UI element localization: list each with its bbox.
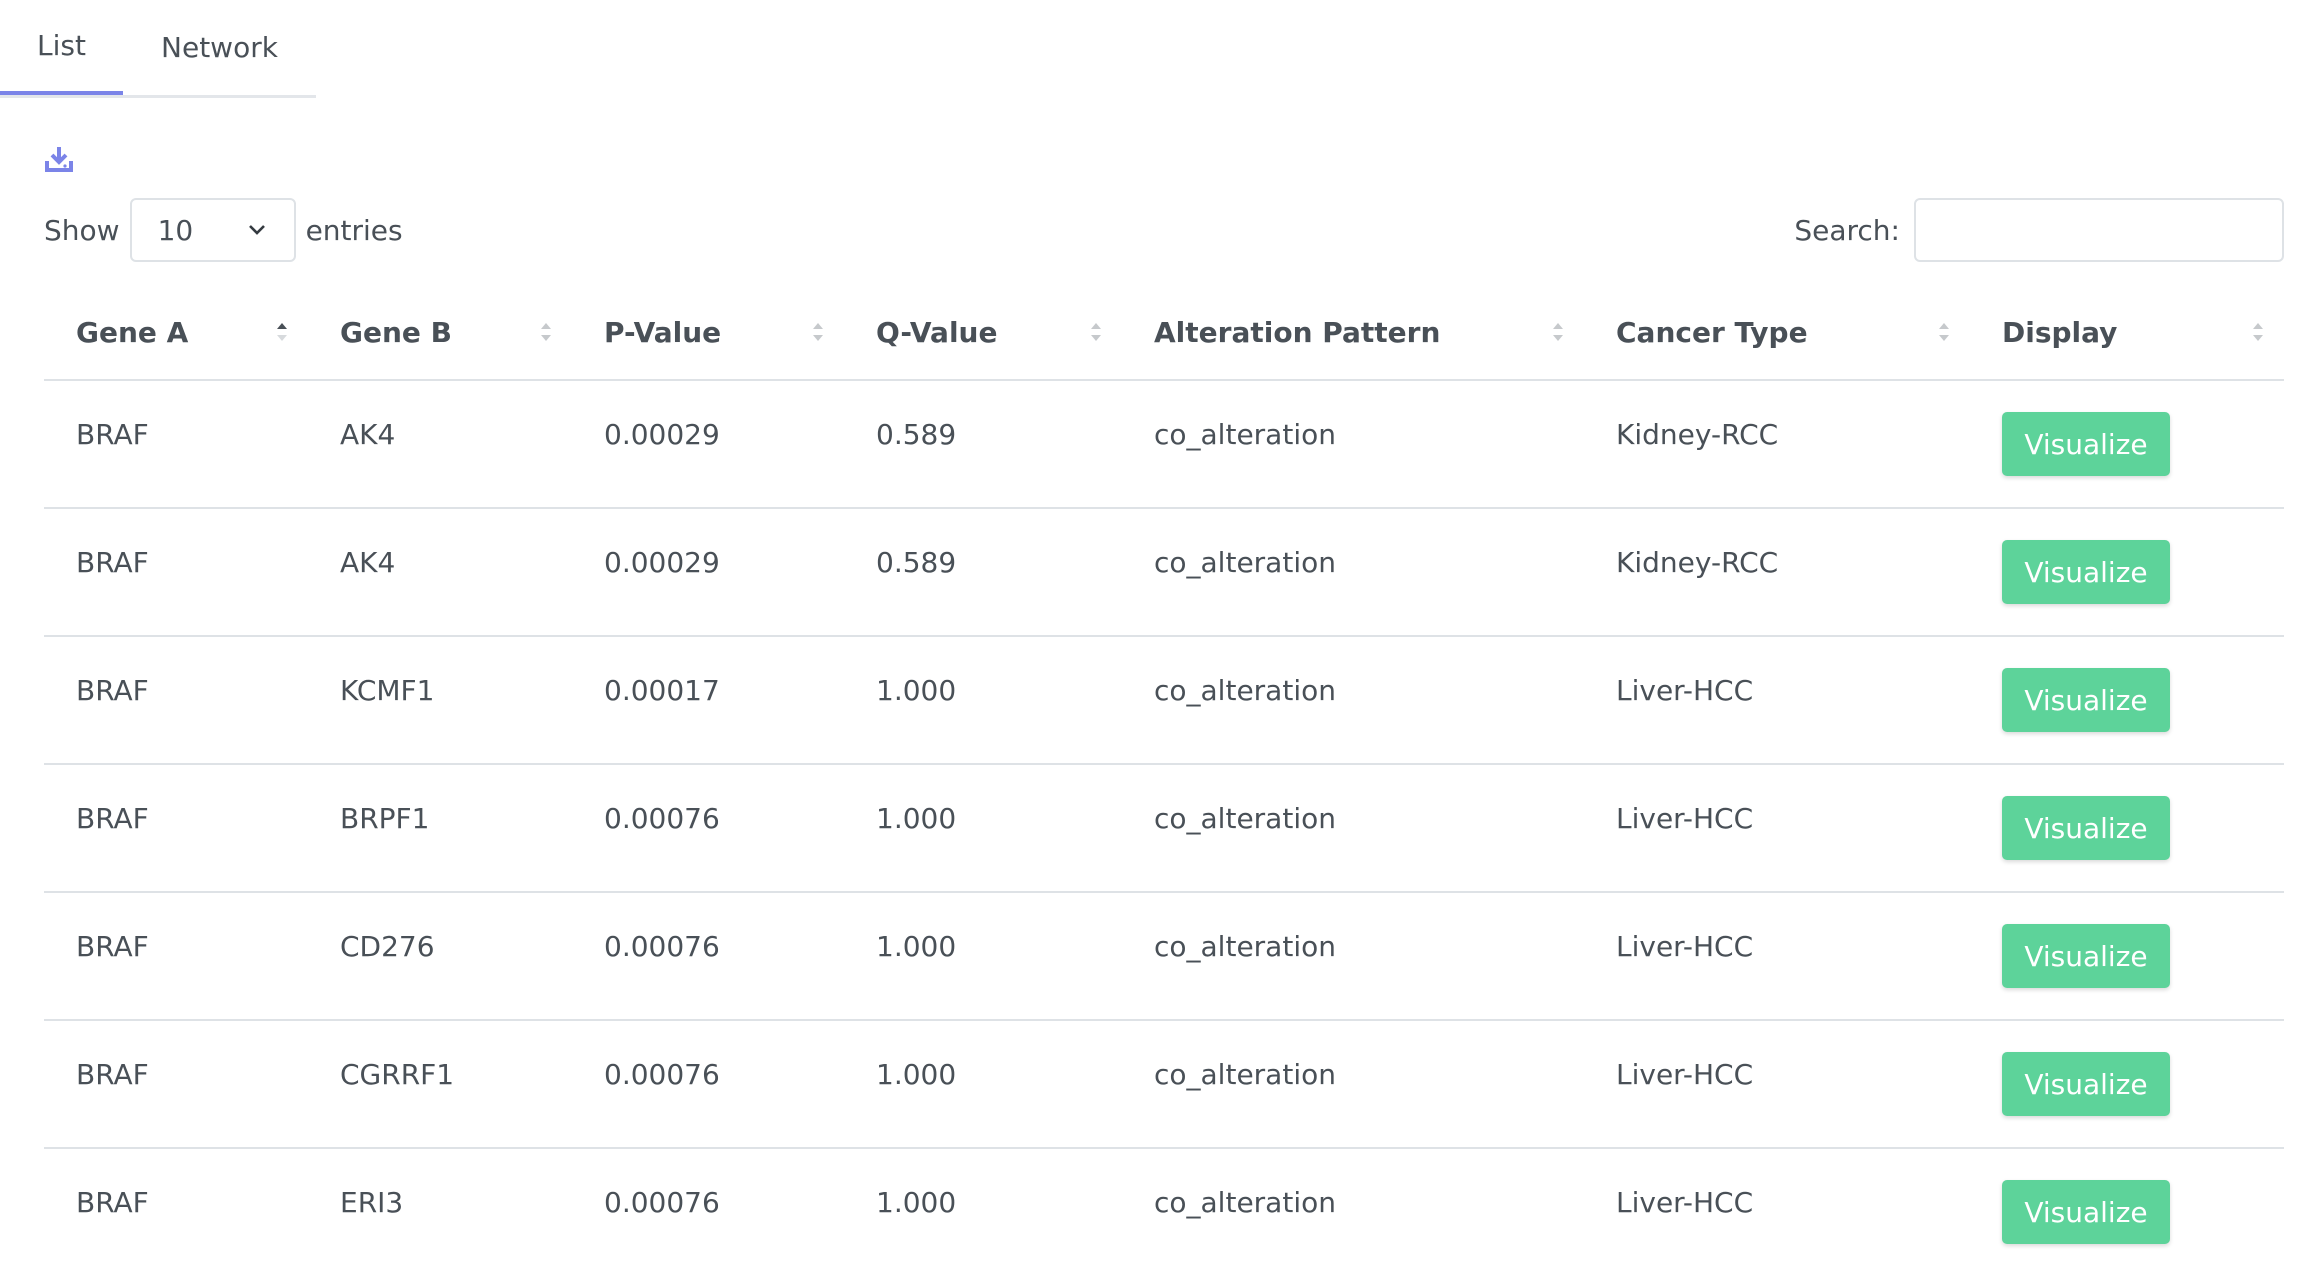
cell-cancer-type: Liver-HCC	[1584, 892, 1970, 1021]
sort-asc-icon	[277, 323, 287, 341]
cell-gene-a: BRAF	[44, 380, 308, 509]
cell-display: Visualize	[1970, 1020, 2284, 1149]
chevron-down-icon	[248, 225, 265, 235]
cell-display: Visualize	[1970, 380, 2284, 509]
cell-alteration-pattern: co_alteration	[1122, 892, 1584, 1021]
tab-list[interactable]: List	[0, 0, 123, 95]
cell-display: Visualize	[1970, 636, 2284, 765]
tab-network[interactable]: Network	[123, 0, 316, 95]
cell-q-value: 1.000	[844, 1148, 1122, 1268]
cell-gene-b: CD276	[308, 892, 572, 1021]
cell-q-value: 0.589	[844, 508, 1122, 637]
visualize-button[interactable]: Visualize	[2002, 1180, 2170, 1244]
cell-cancer-type: Kidney-RCC	[1584, 508, 1970, 637]
column-header-alteration-pattern[interactable]: Alteration Pattern	[1122, 286, 1584, 381]
cell-p-value: 0.00076	[572, 892, 844, 1021]
cell-cancer-type: Liver-HCC	[1584, 1020, 1970, 1149]
table-row: BRAF KCMF1 0.00017 1.000 co_alteration L…	[44, 636, 2284, 765]
cell-display: Visualize	[1970, 764, 2284, 893]
cell-p-value: 0.00076	[572, 1148, 844, 1268]
cell-alteration-pattern: co_alteration	[1122, 380, 1584, 509]
sort-icon	[1553, 323, 1563, 341]
cell-cancer-type: Liver-HCC	[1584, 764, 1970, 893]
table-header-row: Gene A Gene B P-Value Q-Value Alteration…	[44, 286, 2284, 381]
table-row: BRAF CGRRF1 0.00076 1.000 co_alteration …	[44, 1020, 2284, 1149]
cell-q-value: 1.000	[844, 1020, 1122, 1149]
cell-gene-b: AK4	[308, 508, 572, 637]
cell-p-value: 0.00029	[572, 508, 844, 637]
cell-display: Visualize	[1970, 1148, 2284, 1268]
cell-p-value: 0.00029	[572, 380, 844, 509]
cell-gene-b: CGRRF1	[308, 1020, 572, 1149]
visualize-button[interactable]: Visualize	[2002, 668, 2170, 732]
cell-q-value: 0.589	[844, 380, 1122, 509]
cell-alteration-pattern: co_alteration	[1122, 764, 1584, 893]
visualize-button[interactable]: Visualize	[2002, 412, 2170, 476]
visualize-button[interactable]: Visualize	[2002, 796, 2170, 860]
table-row: BRAF AK4 0.00029 0.589 co_alteration Kid…	[44, 380, 2284, 509]
cell-gene-a: BRAF	[44, 1148, 308, 1268]
cell-gene-a: BRAF	[44, 892, 308, 1021]
cell-gene-a: BRAF	[44, 1020, 308, 1149]
show-label: Show	[44, 213, 120, 247]
column-header-display[interactable]: Display	[1970, 286, 2284, 381]
cell-alteration-pattern: co_alteration	[1122, 1148, 1584, 1268]
cell-gene-a: BRAF	[44, 508, 308, 637]
column-header-gene-a[interactable]: Gene A	[44, 286, 308, 381]
cell-gene-a: BRAF	[44, 636, 308, 765]
cell-cancer-type: Liver-HCC	[1584, 1148, 1970, 1268]
download-icon[interactable]	[44, 144, 74, 174]
gene-pairs-page: List Network Show 10 entries Search: Gen…	[0, 0, 2314, 1268]
column-header-gene-b[interactable]: Gene B	[308, 286, 572, 381]
search-input[interactable]	[1914, 198, 2284, 262]
cell-p-value: 0.00017	[572, 636, 844, 765]
cell-display: Visualize	[1970, 508, 2284, 637]
cell-cancer-type: Kidney-RCC	[1584, 380, 1970, 509]
visualize-button[interactable]: Visualize	[2002, 540, 2170, 604]
entries-select-value: 10	[157, 213, 194, 247]
table-row: BRAF BRPF1 0.00076 1.000 co_alteration L…	[44, 764, 2284, 893]
cell-q-value: 1.000	[844, 764, 1122, 893]
cell-display: Visualize	[1970, 892, 2284, 1021]
column-header-p-value[interactable]: P-Value	[572, 286, 844, 381]
sort-icon	[813, 323, 823, 341]
search-label: Search:	[1794, 213, 1900, 247]
entries-length-control: Show 10 entries	[44, 198, 403, 262]
download-icon-graphic	[45, 147, 73, 172]
search-control: Search:	[1794, 198, 2284, 262]
cell-gene-b: ERI3	[308, 1148, 572, 1268]
sort-icon	[541, 323, 551, 341]
cell-gene-b: AK4	[308, 380, 572, 509]
cell-q-value: 1.000	[844, 636, 1122, 765]
table-row: BRAF CD276 0.00076 1.000 co_alteration L…	[44, 892, 2284, 1021]
cell-q-value: 1.000	[844, 892, 1122, 1021]
column-header-q-value[interactable]: Q-Value	[844, 286, 1122, 381]
table-row: BRAF AK4 0.00029 0.589 co_alteration Kid…	[44, 508, 2284, 637]
cell-gene-b: KCMF1	[308, 636, 572, 765]
cell-alteration-pattern: co_alteration	[1122, 636, 1584, 765]
cell-cancer-type: Liver-HCC	[1584, 636, 1970, 765]
cell-gene-a: BRAF	[44, 764, 308, 893]
column-header-cancer-type[interactable]: Cancer Type	[1584, 286, 1970, 381]
sort-icon	[1091, 323, 1101, 341]
sort-icon	[2253, 323, 2263, 341]
entries-select[interactable]: 10	[129, 198, 296, 262]
gene-pairs-table: Gene A Gene B P-Value Q-Value Alteration…	[44, 286, 2284, 1268]
cell-p-value: 0.00076	[572, 1020, 844, 1149]
visualize-button[interactable]: Visualize	[2002, 924, 2170, 988]
cell-alteration-pattern: co_alteration	[1122, 508, 1584, 637]
visualize-button[interactable]: Visualize	[2002, 1052, 2170, 1116]
entries-label: entries	[305, 213, 403, 247]
cell-p-value: 0.00076	[572, 764, 844, 893]
view-tabs: List Network	[0, 0, 316, 98]
cell-alteration-pattern: co_alteration	[1122, 1020, 1584, 1149]
cell-gene-b: BRPF1	[308, 764, 572, 893]
table-row: BRAF ERI3 0.00076 1.000 co_alteration Li…	[44, 1148, 2284, 1268]
sort-icon	[1939, 323, 1949, 341]
